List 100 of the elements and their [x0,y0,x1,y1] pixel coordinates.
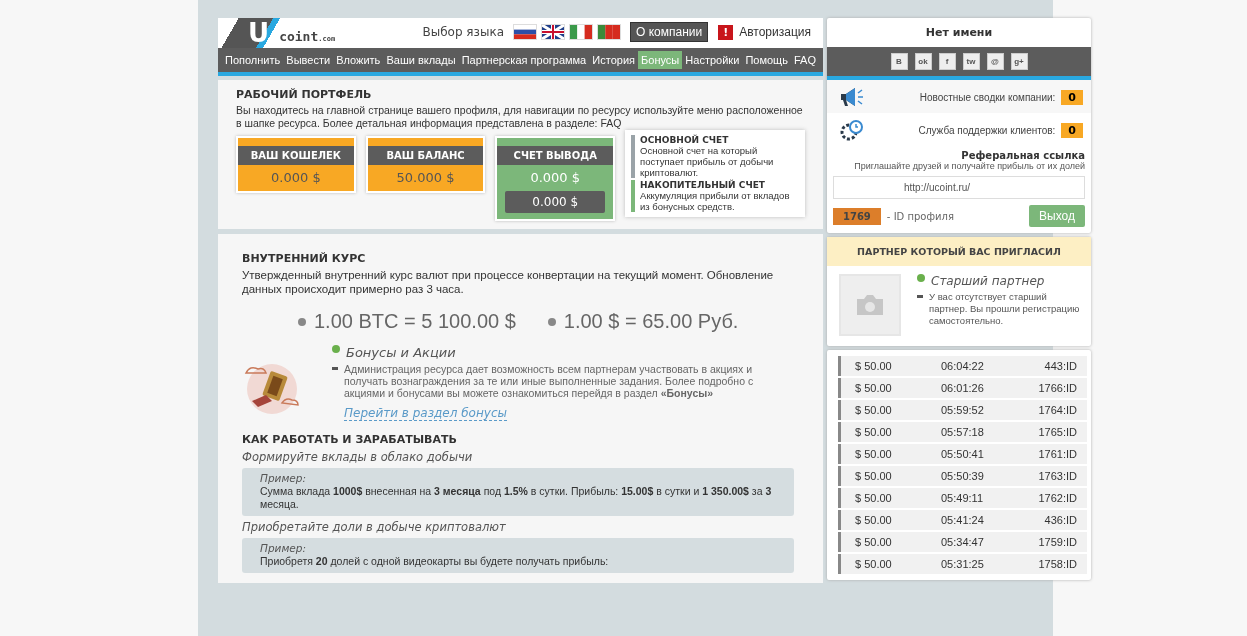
example-label: Пример: [260,472,307,484]
profile-id-badge: 1769 [833,207,881,225]
exchange-rate: 1.00 BTC = 5 100.00 $ [314,310,516,333]
transaction-amount: $ 50.00 [855,558,893,570]
nav-item[interactable]: Настройки [682,51,743,69]
transaction-amount: $ 50.00 [855,360,893,372]
bullet-icon [547,317,556,326]
step-heading: Приобретайте доли в добыче криптовалют [242,520,507,534]
social-button[interactable]: B [890,53,908,70]
referral-hint: Приглашайте друзей и получайте прибыль от их долей [853,161,1085,171]
nav-item[interactable]: Партнерская программа [458,51,590,69]
partner-title: ПАРТНЕР КОТОРЫЙ ВАС ПРИГЛАСИЛ [827,237,1091,266]
social-button[interactable]: g+ [1010,53,1028,70]
card-title: ВАШ БАЛАНС [367,146,484,165]
note-title: ОСНОВНОЙ СЧЕТ [640,135,730,145]
transaction-time: 05:31:25 [941,558,985,570]
alert-badge: ! [718,24,734,40]
example-text: Приобретя 20 долей с одной видеокарты вы будете получать прибыль: [260,555,610,568]
stat-label: Новостные сводки компании: [918,91,1056,103]
transaction-amount: $ 50.00 [855,470,893,482]
nav-item[interactable]: Пополнить [222,51,284,69]
note-title: НАКОПИТЕЛЬНЫЙ СЧЕТ [640,180,766,190]
section-title: КАК РАБОТАТЬ И ЗАРАБАТЫВАТЬ [242,433,458,446]
step-heading: Формируйте вклады в облако добычи [242,450,474,464]
language-label: Выбор языка [422,25,504,39]
dash-icon [917,295,923,298]
social-button[interactable]: tw [962,53,980,70]
card-value: 0.000 $ [529,169,582,187]
referral-link-field[interactable]: http://ucoint.ru/ [833,176,1085,199]
partner-role: Старший партнер [931,274,1045,288]
transaction-time: 05:49:11 [941,492,984,504]
transaction-amount: $ 50.00 [855,514,893,526]
transaction-id: 436:ID [1044,514,1077,526]
bullet-icon [298,317,306,326]
transaction-time: 05:50:39 [941,470,985,482]
card-value: 50.000 $ [395,169,456,187]
about-button[interactable]: О компании [630,22,709,42]
exchange-rate: 1.00 $ = 65.00 Руб. [563,310,739,333]
profile-id-label: - ID профиля [886,210,955,222]
transaction-id: 1758:ID [1038,558,1077,570]
nav-item[interactable]: Вложить [333,51,384,69]
nav-item[interactable]: История [589,51,638,69]
count-badge: 0 [1061,89,1083,105]
card-value: 0.000 $ [270,169,322,187]
logo-letter: U [248,18,270,48]
course-text: Утвержденный внутренний курс валют при процессе конвертации на текущий момент. Обновление данных происходит примерно раз 3 часа. [242,268,775,296]
transaction-time: 06:04:22 [941,360,985,372]
bonus-title: Бонусы и Акции [346,345,456,360]
intro-text: Вы находитесь на главной странице вашего профиля, для навигации по ресурсу используйте меню расположенное в шапке ресурса. Более детальная информация представлена в разделе: FAQ [236,104,804,130]
social-button[interactable]: f [938,53,956,70]
flag-icon[interactable] [570,25,592,39]
card-title: ВАШ КОШЕЛЕК [238,146,354,165]
bullet-icon [332,345,340,353]
transaction-amount: $ 50.00 [855,492,893,504]
transaction-id: 1765:ID [1038,426,1077,438]
nav-item[interactable]: Вывести [283,51,334,69]
transaction-id: 1764:ID [1038,404,1077,416]
transaction-amount: $ 50.00 [855,448,893,460]
nav-item[interactable]: Ваши вклады [383,51,459,69]
transaction-amount: $ 50.00 [855,536,893,548]
social-button[interactable]: @ [986,53,1004,70]
transaction-id: 1761:ID [1038,448,1077,460]
transaction-amount: $ 50.00 [855,404,893,416]
transaction-id: 1763:ID [1038,470,1077,482]
login-link[interactable]: Авторизация [739,25,811,39]
note-text: Основной счет на который поступает прибыль от добычи криптовалют. [640,145,775,178]
note-text: Аккумуляция прибыли от вкладов из бонусных средств. [640,190,791,212]
card-title: СЧЕТ ВЫВОДА [497,146,614,165]
transaction-time: 06:01:26 [941,382,985,394]
count-badge: 0 [1061,122,1083,138]
transaction-time: 05:57:18 [941,426,985,438]
transaction-id: 1766:ID [1038,382,1077,394]
flag-icon[interactable] [514,25,536,39]
bullet-icon [917,274,925,282]
social-button[interactable]: ok [914,53,932,70]
bonus-text: Администрация ресурса дает возможность всем партнерам участвовать в акциях и получать вознаграждения за те или иные выполненные задания. Более подробно с акциями и бонусами вы можете ознакомиться перейдя в раздел «Бонусы» [344,363,755,399]
card-value: 0.000 $ [505,191,606,213]
nav-item[interactable]: FAQ [790,51,819,69]
transaction-time: 05:50:41 [941,448,985,460]
transaction-id: 1762:ID [1038,492,1077,504]
megaphone-icon [839,86,865,108]
stat-label: Служба поддержки клиентов: [917,124,1056,136]
referral-title: Реферальная ссылка [961,150,1085,161]
nav-item[interactable]: Помощь [742,51,791,69]
transaction-amount: $ 50.00 [855,382,893,394]
transaction-time: 05:41:24 [941,514,985,526]
transaction-time: 05:59:52 [941,404,985,416]
flag-icon[interactable] [542,25,564,39]
example-text: Сумма вклада 1000$ внесенная на 3 месяца под 1.5% в сутки. Прибыль: 15.00$ в сутки и 1 350.00$ за 3 месяца. [260,485,773,511]
profile-name: Нет имени [924,25,994,41]
dash-icon [332,367,338,370]
gear-clock-icon [839,119,865,141]
section-title: РАБОЧИЙ ПОРТФЕЛЬ [236,88,373,101]
partner-text: У вас отсутствует старший партнер. Вы прошли регистрацию самостоятельно. [929,291,1081,327]
transaction-time: 05:34:47 [941,536,985,548]
camera-icon [855,293,885,317]
transaction-id: 1759:ID [1038,536,1077,548]
transaction-id: 443:ID [1044,360,1077,372]
transaction-amount: $ 50.00 [855,426,893,438]
section-title: ВНУТРЕННИЙ КУРС [242,252,367,265]
